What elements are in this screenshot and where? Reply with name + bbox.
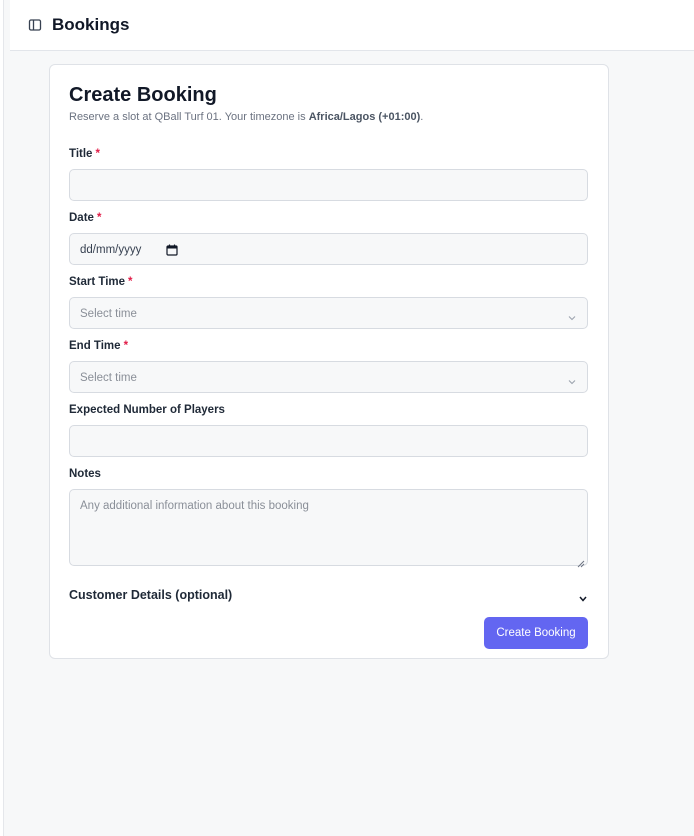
required-marker: * [128, 276, 133, 288]
notes-textarea[interactable]: Any additional information about this bo… [69, 489, 588, 568]
chevron-down-icon [567, 309, 577, 321]
form-subtitle: Reserve a slot at QBall Turf 01. Your ti… [69, 110, 423, 124]
start-time-placeholder: Select time [80, 308, 137, 320]
create-booking-card: Create Booking Reserve a slot at QBall T… [49, 64, 609, 659]
subtitle-text: Reserve a slot at QBall Turf 01. Your ti… [69, 111, 309, 123]
required-marker: * [123, 340, 129, 352]
date-label-text: Date [69, 212, 94, 224]
sidebar-toggle-icon[interactable] [28, 18, 42, 32]
end-time-label: End Time * [69, 339, 128, 353]
top-bar: Bookings [10, 0, 694, 51]
customer-details-toggle[interactable]: Customer Details (optional) [69, 586, 588, 604]
required-marker: * [95, 148, 100, 160]
title-input[interactable] [69, 169, 588, 201]
required-marker: * [96, 212, 102, 224]
date-label: Date * [69, 211, 101, 225]
start-time-label: Start Time * [69, 275, 133, 289]
notes-label: Notes [69, 468, 101, 480]
end-time-label-text: End Time [69, 340, 121, 352]
title-label-text: Title [69, 148, 93, 160]
form-title: Create Booking [69, 84, 217, 106]
timezone-text: Africa/Lagos (+01:00) [308, 111, 421, 123]
customer-details-label: Customer Details (optional) [69, 588, 233, 602]
calendar-icon[interactable] [166, 243, 178, 256]
resize-handle-icon[interactable] [577, 555, 585, 568]
left-rail [0, 0, 4, 836]
start-time-select[interactable]: Select time [69, 297, 588, 329]
title-label: Title * [69, 147, 100, 161]
create-booking-button[interactable]: Create Booking [484, 617, 588, 649]
end-time-select[interactable]: Select time [69, 361, 588, 393]
players-input[interactable] [69, 425, 588, 457]
end-time-placeholder: Select time [80, 372, 137, 384]
date-input[interactable]: dd/mm/yyyy [69, 233, 588, 265]
chevron-down-icon [578, 590, 588, 602]
start-time-label-text: Start Time [69, 276, 126, 288]
date-input-value: dd/mm/yyyy [80, 244, 142, 256]
notes-placeholder: Any additional information about this bo… [80, 500, 309, 512]
chevron-down-icon [567, 373, 577, 385]
page-title: Bookings [52, 15, 130, 34]
players-label: Expected Number of Players [69, 404, 225, 416]
subtitle-suffix: . [420, 111, 424, 123]
